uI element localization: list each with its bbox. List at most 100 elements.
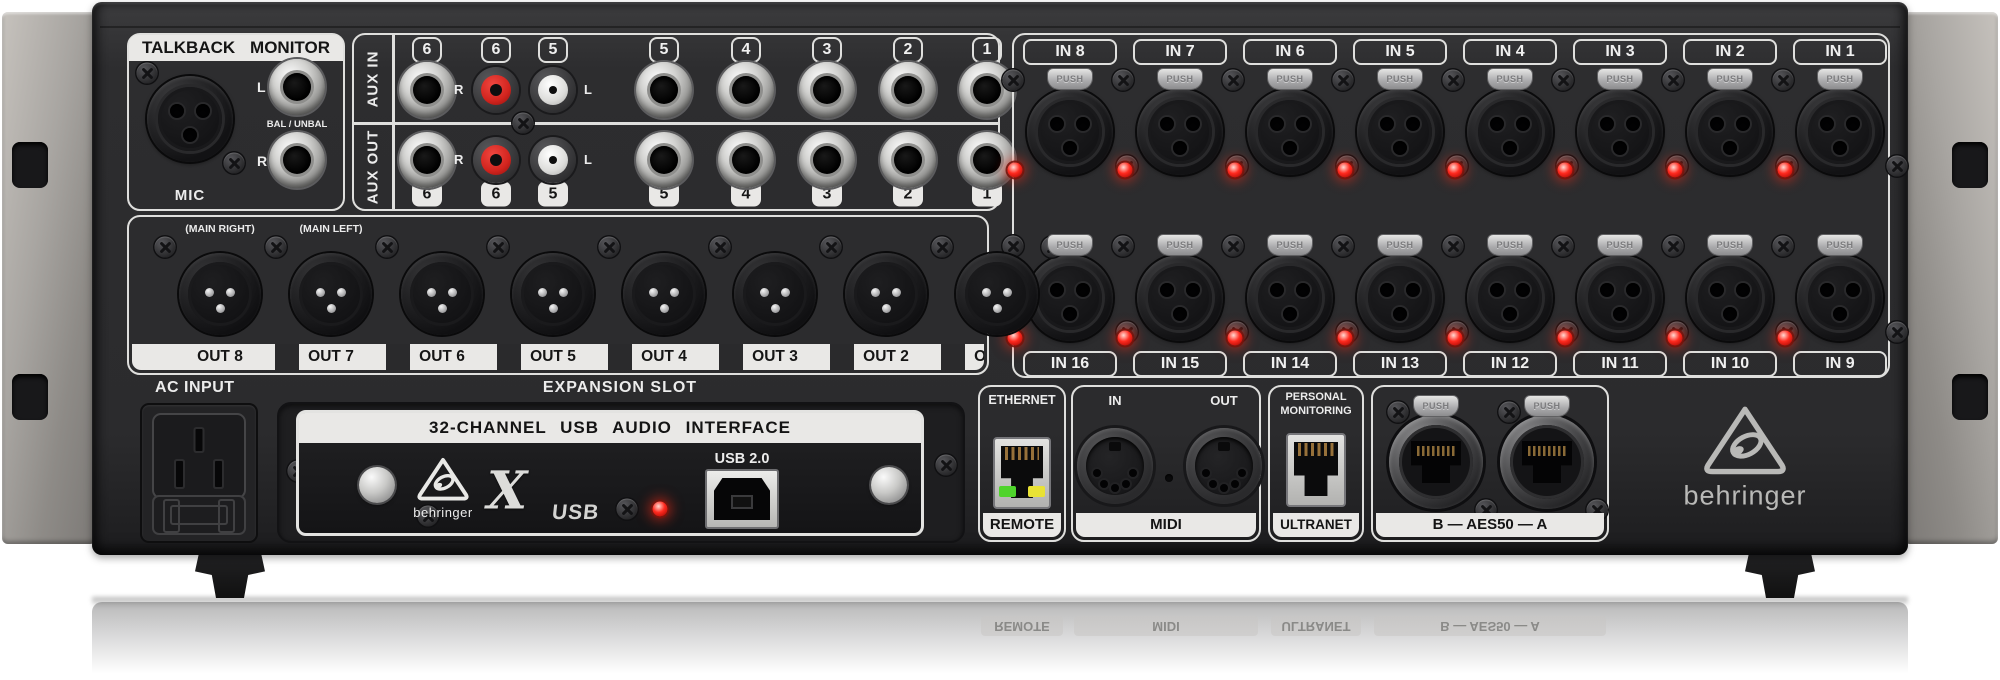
input-signal-led	[1228, 163, 1243, 178]
output-xlr-out7	[290, 253, 372, 335]
aes50-section: PUSH PUSH B — AES50 — A	[1371, 385, 1609, 542]
xlr-push-tab: PUSH	[1377, 68, 1423, 90]
rack-ear-hole	[12, 374, 48, 420]
input-channel-badge: IN 13	[1353, 351, 1447, 377]
xlr-pin	[871, 288, 880, 297]
midi-out-din-port	[1186, 428, 1262, 504]
xlr-pin-hole	[1626, 117, 1640, 131]
screw	[377, 237, 398, 258]
xlr-pin-hole	[1076, 283, 1090, 297]
xlr-pin	[982, 288, 991, 297]
remote-section: ETHERNET REMOTE	[978, 385, 1066, 542]
screw	[936, 455, 957, 476]
output-channel-label: OUT 4	[641, 348, 687, 366]
aux-in-jack-3	[799, 62, 855, 118]
ac-power-inlet	[140, 403, 258, 543]
aux-rows: 66R5L5432166R5L54321	[354, 35, 998, 209]
screw	[137, 63, 158, 84]
input-channel-badge: IN 1	[1793, 39, 1887, 65]
xlr-pin-hole	[1736, 117, 1750, 131]
xlr-pin-hole	[1613, 307, 1627, 321]
aux-out-jack-2	[880, 132, 936, 188]
xlr-face	[965, 262, 1029, 326]
input-signal-led	[1338, 331, 1353, 346]
xlr-pin-hole	[1846, 117, 1860, 131]
reflection: REMOTE MIDI ULTRANET B — AES50 — A	[92, 602, 1908, 680]
output-xlr-out4	[623, 253, 705, 335]
aes50-a-push-tab: PUSH	[1524, 395, 1570, 417]
midi-strip: MIDI	[1076, 513, 1256, 537]
xlr-pin-hole	[1380, 283, 1394, 297]
xlr-pin-hole	[1626, 283, 1640, 297]
xlr-pin	[549, 304, 558, 313]
xlr-pin	[448, 288, 457, 297]
aux-in-l-label: L	[584, 82, 592, 97]
aux-out-channel-badge: 5	[538, 182, 568, 207]
xlr-pin	[216, 304, 225, 313]
expansion-slot-recess: 32-CHANNEL USB AUDIO INTERFACE behringer…	[277, 402, 965, 543]
xlr-pin-hole	[1050, 283, 1064, 297]
monitor-right-jack	[269, 132, 325, 188]
xlr-pin-hole	[1833, 141, 1847, 155]
xlr-pin	[559, 288, 568, 297]
xlr-pin	[993, 304, 1002, 313]
input-xlr-in3	[1577, 89, 1663, 175]
label-strip-gap	[830, 344, 854, 370]
monitor-title: MONITOR	[250, 35, 330, 61]
behringer-triangle-logo-small	[415, 456, 471, 502]
xusb-logo-x: X	[487, 461, 527, 522]
input-signal-led	[1118, 163, 1133, 178]
aux-section: AUX IN AUX OUT 66R5L5432166R5L54321	[352, 33, 1000, 211]
monitor-bal-label: BAL / UNBAL	[267, 119, 328, 130]
input-xlr-in10	[1687, 255, 1773, 341]
xlr-pin-hole	[1820, 117, 1834, 131]
output-xlr-out1	[956, 253, 1038, 335]
xlr-push-tab: PUSH	[1707, 68, 1753, 90]
talkback-mic-label: MIC	[175, 187, 206, 204]
screw	[224, 153, 245, 174]
input-xlr-in4	[1467, 89, 1553, 175]
aux-in-channel-badge: 4	[731, 37, 761, 63]
aux-in-channel-badge: 5	[538, 37, 568, 63]
din-notch	[1218, 442, 1230, 451]
xlr-pin-hole	[1270, 117, 1284, 131]
monitor-left-jack	[269, 59, 325, 115]
screw	[1499, 402, 1520, 423]
xlr-pin-hole	[1283, 141, 1297, 155]
rack-foot	[195, 552, 265, 598]
input-signal-led	[1118, 331, 1133, 346]
input-signal-led	[1558, 163, 1573, 178]
talkback-mic-xlr-input	[147, 76, 233, 162]
aux-in-rca-left	[530, 67, 576, 113]
fuse-tab	[170, 505, 228, 525]
ethernet-rj45-port	[993, 437, 1051, 509]
aux-out-rca-right	[473, 137, 519, 183]
usb-b-port	[705, 469, 779, 529]
xlr-push-tab: PUSH	[1707, 234, 1753, 256]
input-channel-badge: IN 4	[1463, 39, 1557, 65]
xlr-pin	[660, 304, 669, 313]
aux-in-rca-right	[473, 67, 519, 113]
xlr-pin-hole	[1393, 141, 1407, 155]
xlr-face	[521, 262, 585, 326]
xlr-pin-hole	[1516, 283, 1530, 297]
fuse-drawer	[152, 495, 246, 535]
screw	[1663, 236, 1684, 257]
aux-in-channel-badge: 5	[649, 37, 679, 63]
outputs-labels: OUT 8OUT 7OUT 6OUT 5OUT 4OUT 3OUT 2OUT 1	[132, 344, 984, 370]
xlr-pin-hole	[183, 128, 197, 142]
input-signal-led	[1668, 163, 1683, 178]
screw	[155, 237, 176, 258]
input-channel-badge: IN 12	[1463, 351, 1557, 377]
output-channel-label: OUT 5	[530, 348, 576, 366]
din-face	[1086, 437, 1144, 495]
screw	[1223, 236, 1244, 257]
xlr-pin-hole	[1186, 117, 1200, 131]
xlr-push-tab: PUSH	[1377, 234, 1423, 256]
din-pin-hole	[1202, 469, 1210, 477]
xlr-pin-hole	[1710, 283, 1724, 297]
xlr-push-tab: PUSH	[1597, 68, 1643, 90]
xlr-face	[632, 262, 696, 326]
din-pin-hole	[1122, 480, 1130, 488]
ultranet-section: PERSONAL MONITORING ULTRANET	[1268, 385, 1364, 542]
